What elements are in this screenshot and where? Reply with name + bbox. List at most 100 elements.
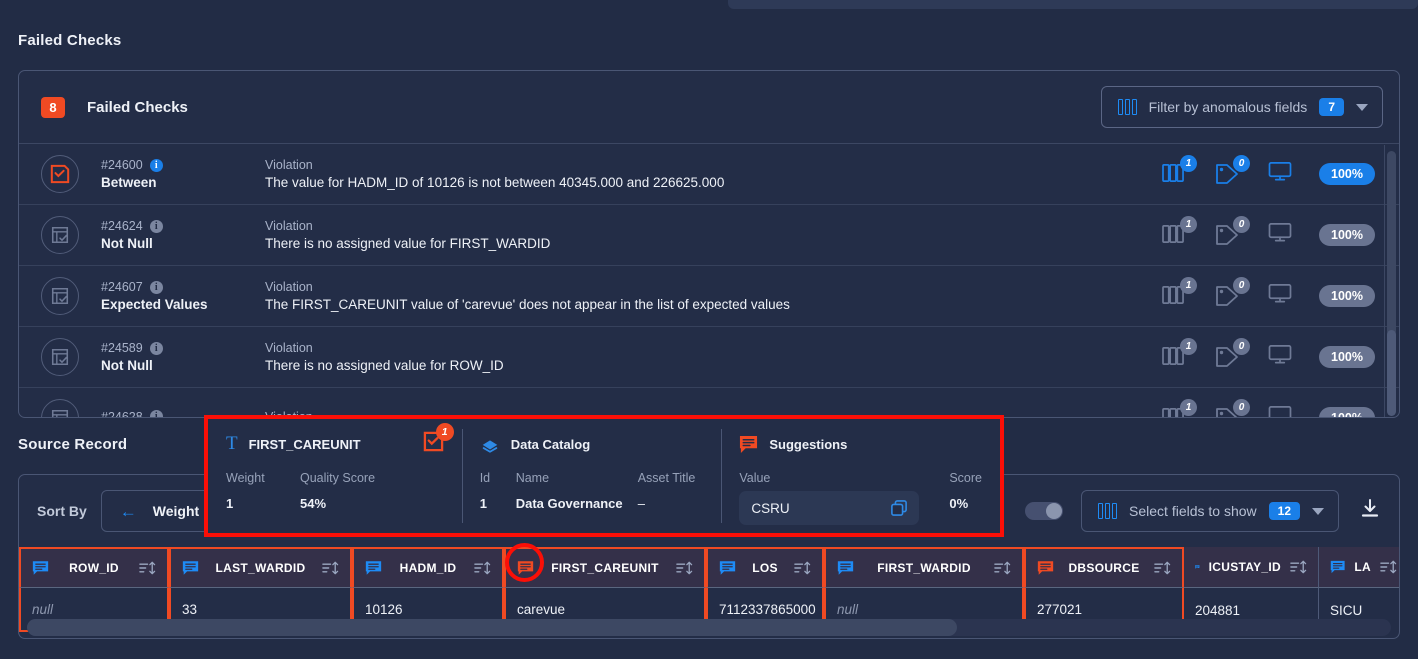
column-header[interactable]: ICUSTAY_ID xyxy=(1184,547,1319,588)
suggestion-value-chip[interactable]: CSRU xyxy=(739,491,920,525)
comment-icon xyxy=(719,561,736,575)
tags-count-badge: 0 xyxy=(1233,216,1250,233)
column-name: FIRST_CAREUNIT xyxy=(551,561,659,575)
monitor-icon[interactable] xyxy=(1268,405,1292,417)
check-type-icon xyxy=(41,155,79,193)
note-icon[interactable]: 1 xyxy=(423,423,454,457)
table-horizontal-scrollbar[interactable] xyxy=(27,619,1391,636)
failed-check-row[interactable]: #24607 i Expected Values Violation The F… xyxy=(19,266,1399,327)
sort-icon[interactable] xyxy=(322,561,339,575)
popup-suggestions-table: Value CSRU Score 0% xyxy=(739,471,982,525)
sort-icon[interactable] xyxy=(139,561,156,575)
filter-label: Filter by anomalous fields xyxy=(1148,99,1308,115)
check-percentage: 100% xyxy=(1319,163,1375,185)
popup-suggestions-section: Suggestions Value CSRU Score 0% xyxy=(721,419,1000,533)
column-header[interactable]: ROW_ID xyxy=(19,547,169,588)
sort-icon[interactable] xyxy=(1380,560,1397,574)
check-kind: Violation xyxy=(265,280,313,294)
sort-icon[interactable] xyxy=(1290,560,1307,574)
monitor-icon[interactable] xyxy=(1268,161,1292,187)
comment-icon xyxy=(365,561,382,575)
horizontal-scrollbar-thumb[interactable] xyxy=(27,619,957,636)
failed-checks-vertical-scrollbar[interactable] xyxy=(1384,145,1397,417)
info-icon[interactable]: i xyxy=(149,280,163,294)
info-icon[interactable]: i xyxy=(149,341,163,355)
failed-check-row[interactable]: #24628 i Violation 1 0 100% xyxy=(19,388,1399,417)
monitor-icon[interactable] xyxy=(1268,344,1292,370)
popup-catalog-name-value: Data Governance xyxy=(515,496,623,511)
comment-icon xyxy=(182,561,199,575)
comment-icon xyxy=(1037,561,1054,575)
columns-count-badge: 1 xyxy=(1180,216,1197,233)
check-percentage: 100% xyxy=(1319,285,1375,307)
columns-count-badge: 1 xyxy=(1180,277,1197,294)
failed-checks-header: 8 Failed Checks Filter by anomalous fiel… xyxy=(19,71,1399,144)
column-header[interactable]: LOS xyxy=(706,547,824,588)
sort-icon[interactable] xyxy=(474,561,491,575)
tag-icon[interactable]: 0 xyxy=(1215,399,1250,417)
source-record-toggle[interactable] xyxy=(1025,502,1064,520)
comment-icon xyxy=(837,561,854,575)
tag-icon[interactable]: 0 xyxy=(1215,216,1250,247)
check-id: #24607 xyxy=(101,280,143,294)
tag-icon[interactable]: 0 xyxy=(1215,338,1250,369)
check-id-column: #24589 i Not Null xyxy=(101,341,219,373)
scrollbar-thumb-upper[interactable] xyxy=(1387,151,1396,336)
column-header[interactable]: LAST_WARDID xyxy=(169,547,352,588)
tags-count-badge: 0 xyxy=(1233,399,1250,416)
monitor-icon[interactable] xyxy=(1268,222,1292,248)
scrollbar-thumb-lower[interactable] xyxy=(1387,330,1396,416)
cell-value: 33 xyxy=(182,601,198,617)
failed-check-row[interactable]: #24600 i Between Violation The value for… xyxy=(19,144,1399,205)
columns-icon[interactable]: 1 xyxy=(1162,216,1197,247)
sort-icon[interactable] xyxy=(994,561,1011,575)
popup-suggestion-score-value: 0% xyxy=(949,496,969,511)
select-fields-to-show-button[interactable]: Select fields to show 12 xyxy=(1081,490,1339,532)
info-icon[interactable]: i xyxy=(149,219,163,233)
column-header[interactable]: LA xyxy=(1319,547,1399,588)
columns-icon[interactable]: 1 xyxy=(1162,338,1197,369)
cell-value: 204881 xyxy=(1195,602,1241,618)
popup-suggestion-value-header: Value xyxy=(739,471,771,485)
check-message: The FIRST_CAREUNIT value of 'carevue' do… xyxy=(265,297,790,312)
columns-icon[interactable]: 1 xyxy=(1162,277,1197,308)
check-id-column: #24624 i Not Null xyxy=(101,219,219,251)
info-icon[interactable]: i xyxy=(149,158,163,172)
column-name: LA xyxy=(1354,560,1371,574)
tag-icon[interactable]: 0 xyxy=(1215,277,1250,308)
check-id: #24624 xyxy=(101,219,143,233)
popup-catalog-name-header: Name xyxy=(515,471,550,485)
failed-checks-count-badge: 8 xyxy=(41,96,65,118)
column-header[interactable]: HADM_ID xyxy=(352,547,504,588)
chevron-down-icon[interactable] xyxy=(1356,103,1368,111)
filter-count-badge: 7 xyxy=(1319,98,1344,116)
chevron-down-icon[interactable] xyxy=(1312,507,1324,515)
annotation-circle-first-careunit-icon xyxy=(505,543,544,582)
filter-by-anomalous-fields-button[interactable]: Filter by anomalous fields 7 xyxy=(1100,86,1383,128)
failed-check-row[interactable]: #24589 i Not Null Violation There is no … xyxy=(19,327,1399,388)
monitor-icon[interactable] xyxy=(1268,283,1292,309)
sort-icon[interactable] xyxy=(794,561,811,575)
columns-icon[interactable]: 1 xyxy=(1162,399,1197,417)
failed-check-row[interactable]: #24624 i Not Null Violation There is no … xyxy=(19,205,1399,266)
check-id-column: #24600 i Between xyxy=(101,158,219,190)
check-message-column: Violation The FIRST_CAREUNIT value of 'c… xyxy=(265,280,1162,312)
columns-icon[interactable]: 1 xyxy=(1162,155,1197,186)
sort-by-button[interactable]: ← Weight xyxy=(100,490,219,532)
source-record-table-wrap: ROW_ID null LAST_WARDID 33 HADM_ID 10126… xyxy=(19,547,1399,638)
sort-icon[interactable] xyxy=(676,561,693,575)
popup-suggestions-title: Suggestions xyxy=(769,436,848,452)
download-icon[interactable] xyxy=(1361,499,1379,523)
sort-icon[interactable] xyxy=(1154,561,1171,575)
popup-data-catalog-header: Data Catalog xyxy=(480,431,704,457)
info-icon[interactable]: i xyxy=(149,410,163,417)
field-details-popup: T FIRST_CAREUNIT 1 Weight 1 Quality Scor… xyxy=(204,415,1004,537)
tag-icon[interactable]: 0 xyxy=(1215,155,1250,186)
column-header[interactable]: FIRST_WARDID xyxy=(824,547,1024,588)
failed-checks-header-label: Failed Checks xyxy=(87,98,188,116)
column-header[interactable]: DBSOURCE xyxy=(1024,547,1184,588)
check-kind: Violation xyxy=(265,158,313,172)
check-rule-name: Expected Values xyxy=(101,297,208,312)
cell-value: null xyxy=(837,601,859,617)
popup-weight-value: 1 xyxy=(226,496,234,511)
